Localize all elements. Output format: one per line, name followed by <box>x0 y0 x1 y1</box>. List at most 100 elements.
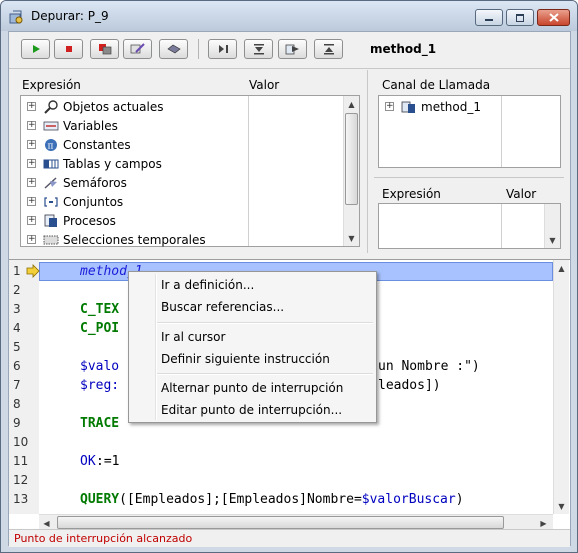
call-chain-label: method_1 <box>421 99 481 114</box>
toolbar-separator <box>198 39 199 59</box>
code-line-12-rest: :=1 <box>96 454 120 469</box>
maximize-button[interactable] <box>506 9 534 26</box>
line-number: 9 <box>13 416 21 430</box>
line-number: 7 <box>13 378 21 392</box>
expression-column-header: Expresión <box>22 78 81 92</box>
toolbar-divider <box>9 68 570 69</box>
expression-scrollbar[interactable]: ▲ ▼ <box>343 96 359 246</box>
menu-item-toggle-breakpoint[interactable]: Alternar punto de interrupción <box>161 381 343 395</box>
minimize-button[interactable] <box>475 9 503 26</box>
tree-item-temp-selections[interactable]: + Selecciones temporales <box>21 230 206 249</box>
expand-icon[interactable]: + <box>385 102 394 111</box>
code-token: QUERY <box>80 492 120 507</box>
tree-item-label: Selecciones temporales <box>63 232 206 247</box>
tree-item-label: Tablas y campos <box>63 156 162 171</box>
step-over-icon <box>218 45 228 53</box>
scroll-up-icon[interactable]: ▲ <box>554 260 569 276</box>
line-number: 1 <box>13 264 21 278</box>
scroll-up-icon[interactable]: ▲ <box>344 96 359 112</box>
edit-method-button[interactable] <box>123 39 152 59</box>
step-over-button[interactable] <box>208 39 237 59</box>
debugger-app-icon <box>9 10 23 24</box>
custom-watch-scrollbar[interactable]: ▼ <box>544 204 560 248</box>
tree-item-current-objects[interactable]: + Objetos actuales <box>21 97 163 116</box>
tree-item-sets[interactable]: + Conjuntos <box>21 192 123 211</box>
expand-icon[interactable]: + <box>27 197 36 206</box>
code-token: ([Empleados];[Empleados]Nombre= <box>119 492 362 507</box>
run-button[interactable] <box>21 39 50 59</box>
column-divider <box>501 96 502 167</box>
scroll-right-icon[interactable]: ▶ <box>536 515 551 530</box>
custom-watch-list[interactable]: ▼ <box>378 203 561 249</box>
variables-icon <box>43 119 59 133</box>
pane-divider <box>367 70 368 253</box>
code-line-7-var: $valo <box>80 359 120 374</box>
close-button[interactable] <box>537 9 570 26</box>
step-into-button[interactable] <box>244 39 273 59</box>
svg-text:π: π <box>48 141 54 151</box>
code-line-5: C_POI <box>80 321 120 336</box>
edit-icon <box>130 43 145 54</box>
menu-item-edit-breakpoint[interactable]: Editar punto de interrupción... <box>161 403 342 417</box>
expand-icon[interactable]: + <box>27 140 36 149</box>
call-chain-item[interactable]: + method_1 <box>379 97 481 116</box>
tree-item-processes[interactable]: + Procesos <box>21 211 116 230</box>
expression-tree[interactable]: + Objetos actuales + Variables + π Const… <box>20 95 360 247</box>
code-line-8-var: $reg: <box>80 378 120 393</box>
scroll-left-icon[interactable]: ◀ <box>39 515 54 530</box>
line-number: 2 <box>13 283 21 297</box>
scroll-down-icon[interactable]: ▼ <box>344 230 359 246</box>
step-out-icon <box>323 44 334 55</box>
menu-item-find-references[interactable]: Buscar referencias... <box>161 300 284 314</box>
step-method-button[interactable] <box>278 39 307 59</box>
expand-icon[interactable]: + <box>27 102 36 111</box>
expand-icon[interactable]: + <box>27 235 36 244</box>
minimize-icon <box>485 18 493 21</box>
call-chain-list[interactable]: + method_1 <box>378 95 561 168</box>
code-line-7-string: un Nombre :") <box>378 359 480 374</box>
abort-icon <box>98 44 111 55</box>
line-number: 6 <box>13 359 21 373</box>
expand-icon[interactable]: + <box>27 216 36 225</box>
code-line-14: QUERY([Empleados];[Empleados]Nombre=$val… <box>80 492 464 507</box>
value-column-header: Valor <box>249 78 280 92</box>
trace-button[interactable] <box>159 39 188 59</box>
scroll-thumb[interactable] <box>57 516 504 529</box>
tree-item-semaphores[interactable]: + Semáforos <box>21 173 127 192</box>
line-number: 10 <box>13 435 29 449</box>
pi-constants-icon: π <box>43 138 59 152</box>
expand-icon[interactable]: + <box>27 178 36 187</box>
step-out-button[interactable] <box>314 39 343 59</box>
line-number: 4 <box>13 321 21 335</box>
scroll-down-icon[interactable]: ▼ <box>554 498 569 514</box>
close-icon <box>548 13 559 22</box>
abort-button[interactable] <box>90 39 119 59</box>
code-token: ) <box>455 492 464 507</box>
sets-icon <box>43 195 59 209</box>
editor-vertical-scrollbar[interactable]: ▲ ▼ <box>553 260 569 514</box>
tree-item-constants[interactable]: + π Constantes <box>21 135 131 154</box>
scroll-thumb[interactable] <box>345 113 358 205</box>
menu-item-go-to-cursor[interactable]: Ir al cursor <box>161 330 225 344</box>
run-icon <box>32 45 40 53</box>
menu-item-set-next-statement[interactable]: Definir siguiente instrucción <box>161 352 330 366</box>
semaphore-flag-icon <box>43 176 59 190</box>
stop-button[interactable] <box>54 39 83 59</box>
scroll-down-icon[interactable]: ▼ <box>545 232 560 248</box>
tree-item-tables-fields[interactable]: + Tablas y campos <box>21 154 162 173</box>
code-line-12-var: OK <box>80 454 96 469</box>
code-token: $valorBuscar <box>361 492 456 507</box>
execution-arrow-icon <box>26 264 40 278</box>
title-bar[interactable]: Depurar: P_9 <box>1 1 577 31</box>
editor-horizontal-scrollbar[interactable]: ◀ ▶ <box>39 514 553 530</box>
menu-item-go-to-definition[interactable]: Ir a definición... <box>161 278 254 292</box>
status-message: Punto de interrupción alcanzado <box>14 532 193 545</box>
table-icon <box>43 157 59 171</box>
expand-icon[interactable]: + <box>27 159 36 168</box>
current-method-label: method_1 <box>370 42 437 56</box>
custom-value-header: Valor <box>506 187 537 201</box>
column-divider <box>248 96 249 246</box>
tree-item-label: Procesos <box>63 213 116 228</box>
tree-item-variables[interactable]: + Variables <box>21 116 118 135</box>
expand-icon[interactable]: + <box>27 121 36 130</box>
